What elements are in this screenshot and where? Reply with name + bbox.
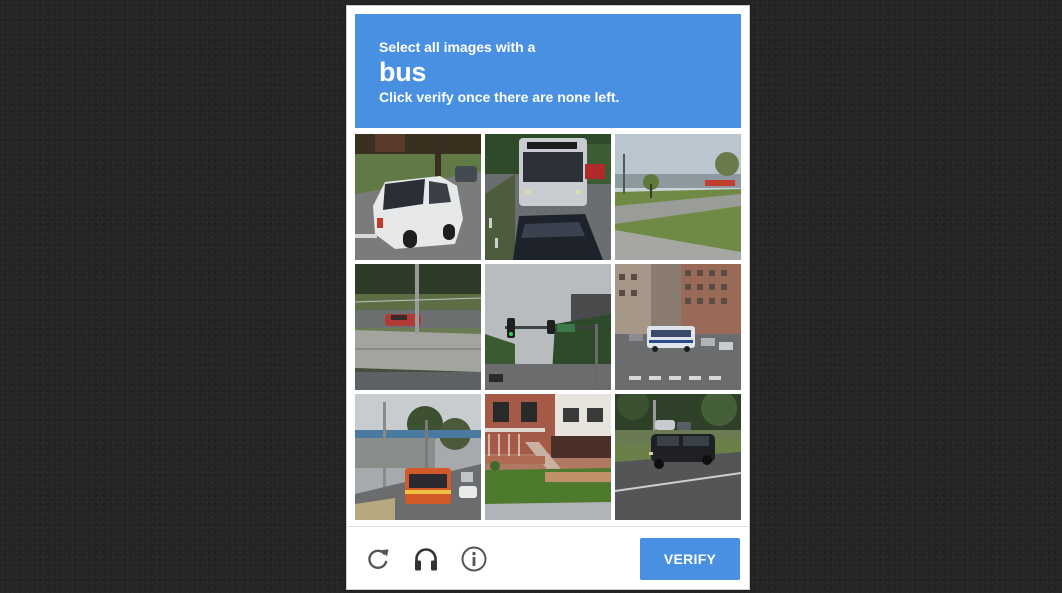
headphones-icon[interactable] (412, 545, 440, 573)
tile-image (615, 394, 741, 520)
image-tile-3[interactable] (615, 134, 741, 260)
verify-button[interactable]: VERIFY (640, 538, 740, 580)
image-tile-8[interactable] (485, 394, 611, 520)
reload-icon[interactable] (364, 545, 392, 573)
instruction-subtext: Click verify once there are none left. (379, 89, 620, 105)
captcha-footer: VERIFY (347, 526, 749, 589)
image-tile-1[interactable] (355, 134, 481, 260)
tile-image (615, 134, 741, 260)
tile-image (355, 264, 481, 390)
tile-image (485, 134, 611, 260)
image-tile-6[interactable] (615, 264, 741, 390)
instruction-text: Select all images with a (379, 39, 536, 55)
info-icon[interactable] (460, 545, 488, 573)
image-grid (355, 134, 742, 521)
tile-image (485, 394, 611, 520)
image-tile-4[interactable] (355, 264, 481, 390)
image-tile-9[interactable] (615, 394, 741, 520)
tile-image (485, 264, 611, 390)
target-keyword: bus (379, 57, 427, 87)
image-tile-2[interactable] (485, 134, 611, 260)
tile-image (615, 264, 741, 390)
image-tile-7[interactable] (355, 394, 481, 520)
captcha-dialog: Select all images with a bus Click verif… (346, 5, 750, 590)
image-tile-5[interactable] (485, 264, 611, 390)
captcha-header: Select all images with a bus Click verif… (355, 14, 741, 128)
tile-image (355, 134, 481, 260)
tile-image (355, 394, 481, 520)
